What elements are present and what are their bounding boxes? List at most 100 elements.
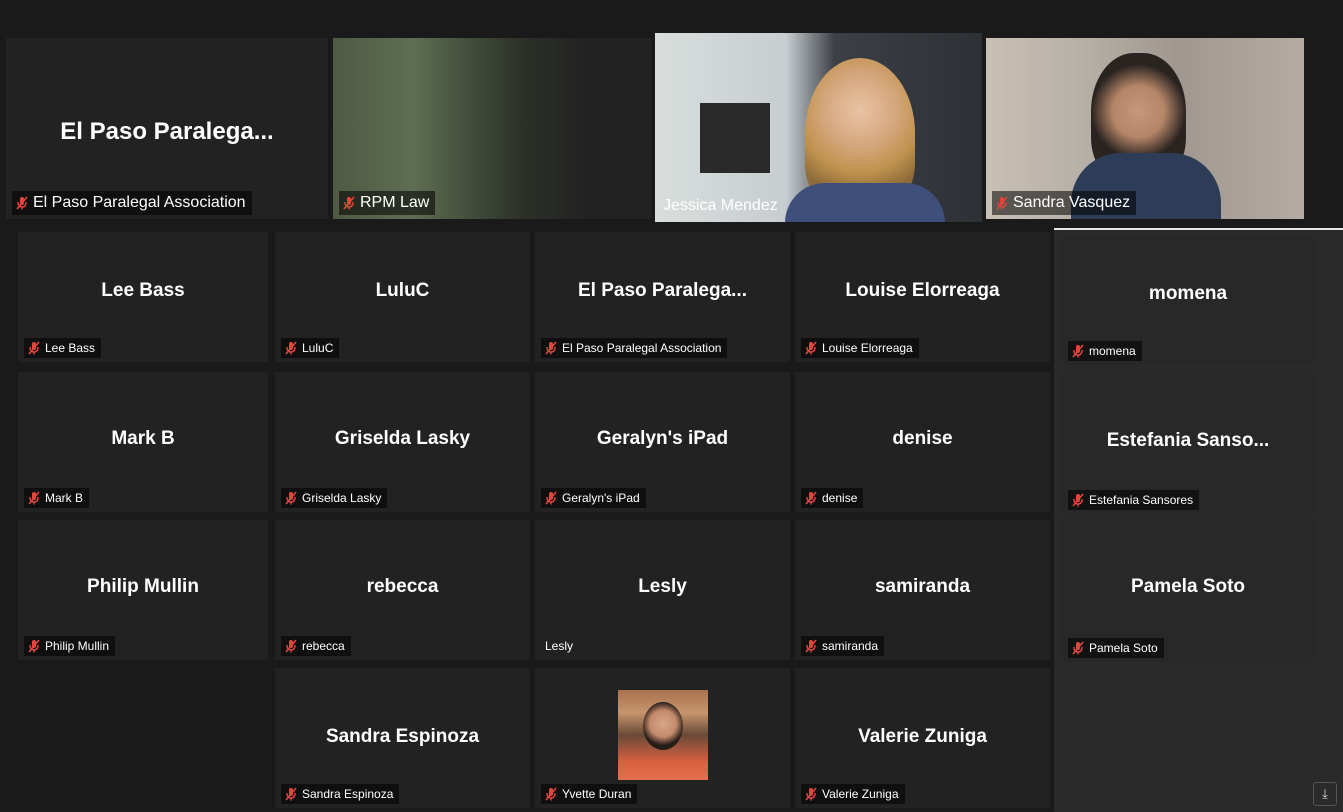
participant-name-label: Sandra Vasquez [992, 191, 1137, 215]
microphone-muted-icon [28, 341, 40, 355]
participant-display-name: El Paso Paralega... [60, 118, 274, 145]
participant-display-name: Estefania Sanso... [1106, 430, 1270, 451]
participant-tile[interactable]: samiranda samiranda [795, 520, 1050, 660]
participant-tile[interactable]: Geralyn's iPad Geralyn's iPad [535, 372, 790, 512]
background-shelf [700, 103, 770, 173]
microphone-muted-icon [285, 491, 297, 505]
participant-name-text: Mark B [45, 491, 84, 505]
participant-name-text: rebecca [302, 639, 345, 653]
microphone-muted-icon [285, 787, 297, 801]
participant-display-name: El Paso Paralega... [578, 280, 747, 301]
participant-tile[interactable]: Valerie Zuniga Valerie Zuniga [795, 668, 1050, 808]
participant-tile[interactable]: Estefania Sanso... Estefania Sansores [1062, 374, 1314, 514]
participant-name-text: Lee Bass [45, 341, 96, 355]
microphone-muted-icon [545, 491, 557, 505]
participant-display-name: denise [892, 428, 953, 449]
participant-tile[interactable]: El Paso Paralega... El Paso Paralegal As… [535, 232, 790, 362]
participant-name-label: LuluC [281, 338, 340, 358]
meeting-top-bar [0, 0, 1343, 30]
participant-name-label: Valerie Zuniga [801, 784, 905, 804]
participant-display-name: momena [1148, 283, 1228, 304]
participant-tile[interactable]: Sandra Espinoza Sandra Espinoza [275, 668, 530, 808]
participant-video-sandra-vasquez[interactable]: Sandra Vasquez [986, 38, 1304, 219]
participant-name-text: Jessica Mendez [663, 197, 778, 214]
participant-name-label: El Paso Paralegal Association [12, 191, 252, 215]
participant-display-name: Philip Mullin [87, 576, 199, 597]
participant-name-label: RPM Law [339, 191, 436, 215]
participant-name-label: Pamela Soto [1068, 638, 1164, 658]
participant-name-text: El Paso Paralegal Association [562, 341, 722, 355]
participant-display-name: Lesly [638, 576, 687, 597]
participant-tile[interactable]: rebecca rebecca [275, 520, 530, 660]
microphone-muted-icon [1072, 344, 1084, 358]
microphone-muted-icon [805, 491, 817, 505]
participant-name-label: Geralyn's iPad [541, 488, 646, 508]
participant-tile[interactable]: Louise Elorreaga Louise Elorreaga [795, 232, 1050, 362]
participant-video-jessica-mendez[interactable]: Jessica Mendez [655, 33, 982, 222]
participant-tile[interactable]: Lesly Lesly [535, 520, 790, 660]
microphone-muted-icon [1072, 641, 1084, 655]
microphone-muted-icon [805, 639, 817, 653]
participant-display-name: Mark B [111, 428, 175, 449]
participant-name-text: Louise Elorreaga [822, 341, 913, 355]
participant-name-text: momena [1089, 344, 1136, 358]
participant-tile[interactable]: Mark B Mark B [18, 372, 268, 512]
microphone-muted-icon [28, 491, 40, 505]
microphone-muted-icon [285, 341, 297, 355]
download-arrow-icon[interactable]: ⤓ [1313, 782, 1337, 806]
participant-name-label: rebecca [281, 636, 351, 656]
microphone-muted-icon [545, 341, 557, 355]
microphone-muted-icon [16, 196, 28, 210]
avatar-face [643, 702, 683, 750]
participant-display-name: Pamela Soto [1130, 576, 1246, 597]
participant-name-text: Geralyn's iPad [562, 491, 640, 505]
participant-name-text: Sandra Vasquez [1013, 194, 1131, 211]
participant-tile[interactable]: Griselda Lasky Griselda Lasky [275, 372, 530, 512]
person-shoulders [785, 183, 945, 222]
participant-display-name: LuluC [375, 280, 430, 301]
microphone-muted-icon [285, 639, 297, 653]
participant-display-name: Lee Bass [101, 280, 185, 301]
microphone-muted-icon [805, 341, 817, 355]
microphone-muted-icon [28, 639, 40, 653]
participant-name-label: Yvette Duran [541, 784, 638, 804]
participant-display-name: Griselda Lasky [334, 428, 471, 449]
microphone-muted-icon [805, 787, 817, 801]
participant-tile[interactable]: Pamela Soto Pamela Soto [1062, 520, 1314, 662]
participant-tile[interactable]: momena momena [1062, 235, 1314, 365]
participant-tile[interactable]: Yvette Duran [535, 668, 790, 808]
participant-tile[interactable]: denise denise [795, 372, 1050, 512]
participant-name-text: Griselda Lasky [302, 491, 382, 505]
participant-name-text: Yvette Duran [562, 787, 632, 801]
participant-name-label: Lee Bass [24, 338, 102, 358]
participant-name-label: El Paso Paralegal Association [541, 338, 728, 358]
participant-name-label: Sandra Espinoza [281, 784, 400, 804]
participant-name-text: Estefania Sansores [1089, 493, 1194, 507]
participant-name-text: Valerie Zuniga [822, 787, 899, 801]
participant-display-name: rebecca [366, 576, 439, 597]
participant-tile[interactable]: LuluC LuluC [275, 232, 530, 362]
microphone-muted-icon [545, 787, 557, 801]
participant-name-text: Sandra Espinoza [302, 787, 394, 801]
participant-display-name: Louise Elorreaga [845, 280, 1000, 301]
participant-video-rpm-law[interactable]: RPM Law [333, 38, 651, 219]
participant-display-name: Sandra Espinoza [325, 726, 480, 747]
participant-name-label: Estefania Sansores [1068, 490, 1200, 510]
microphone-muted-icon [1072, 493, 1084, 507]
participant-name-text: Philip Mullin [45, 639, 110, 653]
participant-name-label: Griselda Lasky [281, 488, 388, 508]
participant-name-text: El Paso Paralegal Association [33, 194, 246, 211]
participant-tile-el-paso-paralegal-top[interactable]: El Paso Paralega... El Paso Paralegal As… [6, 38, 328, 219]
participant-name-label: Lesly [541, 636, 579, 656]
microphone-muted-icon [996, 196, 1008, 210]
participant-name-label: denise [801, 488, 864, 508]
microphone-muted-icon [343, 196, 355, 210]
participant-name-text: RPM Law [360, 194, 430, 211]
participant-display-name: Valerie Zuniga [858, 726, 987, 747]
participant-name-label: Jessica Mendez [659, 194, 784, 218]
participant-display-name: samiranda [874, 576, 971, 597]
participant-tile[interactable]: Lee Bass Lee Bass [18, 232, 268, 362]
participant-tile[interactable]: Philip Mullin Philip Mullin [18, 520, 268, 660]
participant-name-text: LuluC [302, 341, 334, 355]
participant-name-label: Louise Elorreaga [801, 338, 919, 358]
